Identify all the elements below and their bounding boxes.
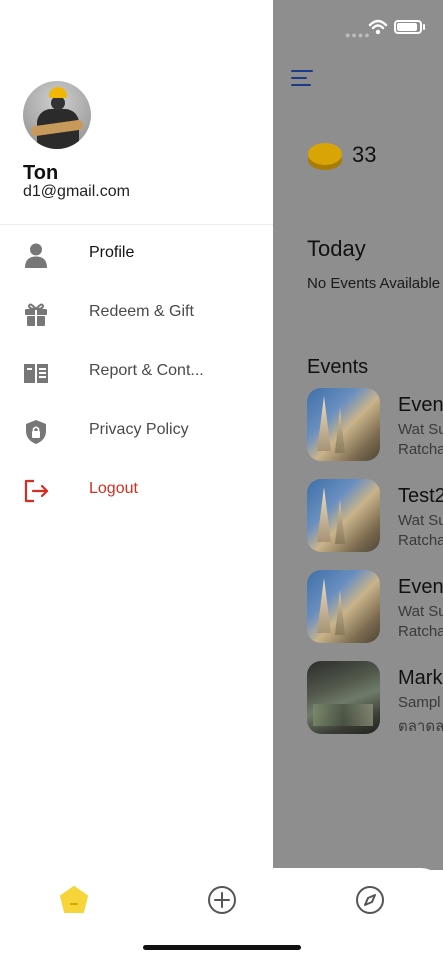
no-events-text: No Events Available [307, 275, 441, 292]
coin-icon [308, 143, 342, 170]
gift-icon [25, 303, 47, 326]
event-thumbnail [307, 661, 380, 734]
menu-label: Logout [89, 480, 138, 497]
person-icon [25, 243, 47, 268]
avatar[interactable] [23, 81, 91, 149]
event-thumbnail [307, 570, 380, 643]
event-item[interactable]: Test2 Wat Su Ratcha [307, 479, 443, 553]
events-heading: Events [307, 356, 369, 378]
coin-count: 33 [352, 142, 377, 167]
user-email: d1@gmail.com [23, 183, 130, 200]
menu-label: Report & Cont... [89, 362, 204, 379]
event-item[interactable]: Even Wat Su Ratcha [307, 570, 443, 644]
event-district: Ratcha [398, 441, 443, 458]
event-location: Wat Su [398, 603, 443, 620]
event-title: Mark [398, 667, 443, 689]
event-item[interactable]: Mark Sampl ตลาดล [307, 661, 443, 735]
menu-label: Privacy Policy [89, 421, 189, 438]
book-icon [24, 364, 48, 383]
compass-icon[interactable] [354, 884, 386, 916]
event-item[interactable]: Even Wat Su Ratcha [307, 388, 443, 462]
event-title: Even [398, 394, 443, 416]
menu-label: Redeem & Gift [89, 303, 194, 320]
event-thumbnail [307, 388, 380, 461]
event-location: Wat Su [398, 421, 443, 438]
menu-item-report-contact[interactable]: Report & Cont... [0, 347, 273, 397]
hamburger-menu-icon[interactable] [291, 70, 313, 86]
event-location: Sampl [398, 694, 441, 711]
menu-item-profile[interactable]: Profile [0, 229, 273, 279]
divider [0, 224, 273, 225]
wifi-icon [368, 19, 388, 35]
event-title: Even [398, 576, 443, 598]
home-indicator [143, 945, 301, 950]
signal-dots-icon: ●●●● [345, 30, 371, 40]
user-name: Ton [23, 162, 59, 184]
event-location: Wat Su [398, 512, 443, 529]
background-screen-overlay[interactable]: ●●●● 33 Today No Events Available Events… [273, 0, 443, 870]
event-title: Test2 [398, 485, 443, 507]
event-district: Ratcha [398, 532, 443, 549]
event-district: Ratcha [398, 623, 443, 640]
shield-lock-icon [26, 420, 46, 444]
event-thumbnail [307, 479, 380, 552]
home-pentagon-icon[interactable] [58, 884, 90, 916]
menu-label: Profile [89, 244, 135, 261]
plus-circle-icon[interactable] [206, 884, 238, 916]
menu-item-privacy-policy[interactable]: Privacy Policy [0, 406, 273, 456]
today-heading: Today [307, 236, 366, 261]
menu-item-redeem-gift[interactable]: Redeem & Gift [0, 288, 273, 338]
battery-nub [423, 24, 425, 30]
menu-item-logout[interactable]: Logout [0, 465, 273, 515]
event-district: ตลาดล [398, 718, 443, 735]
logout-icon [24, 479, 49, 503]
battery-icon [394, 20, 422, 34]
side-drawer: Ton d1@gmail.com Profile Redeem & Gift R… [0, 0, 273, 870]
